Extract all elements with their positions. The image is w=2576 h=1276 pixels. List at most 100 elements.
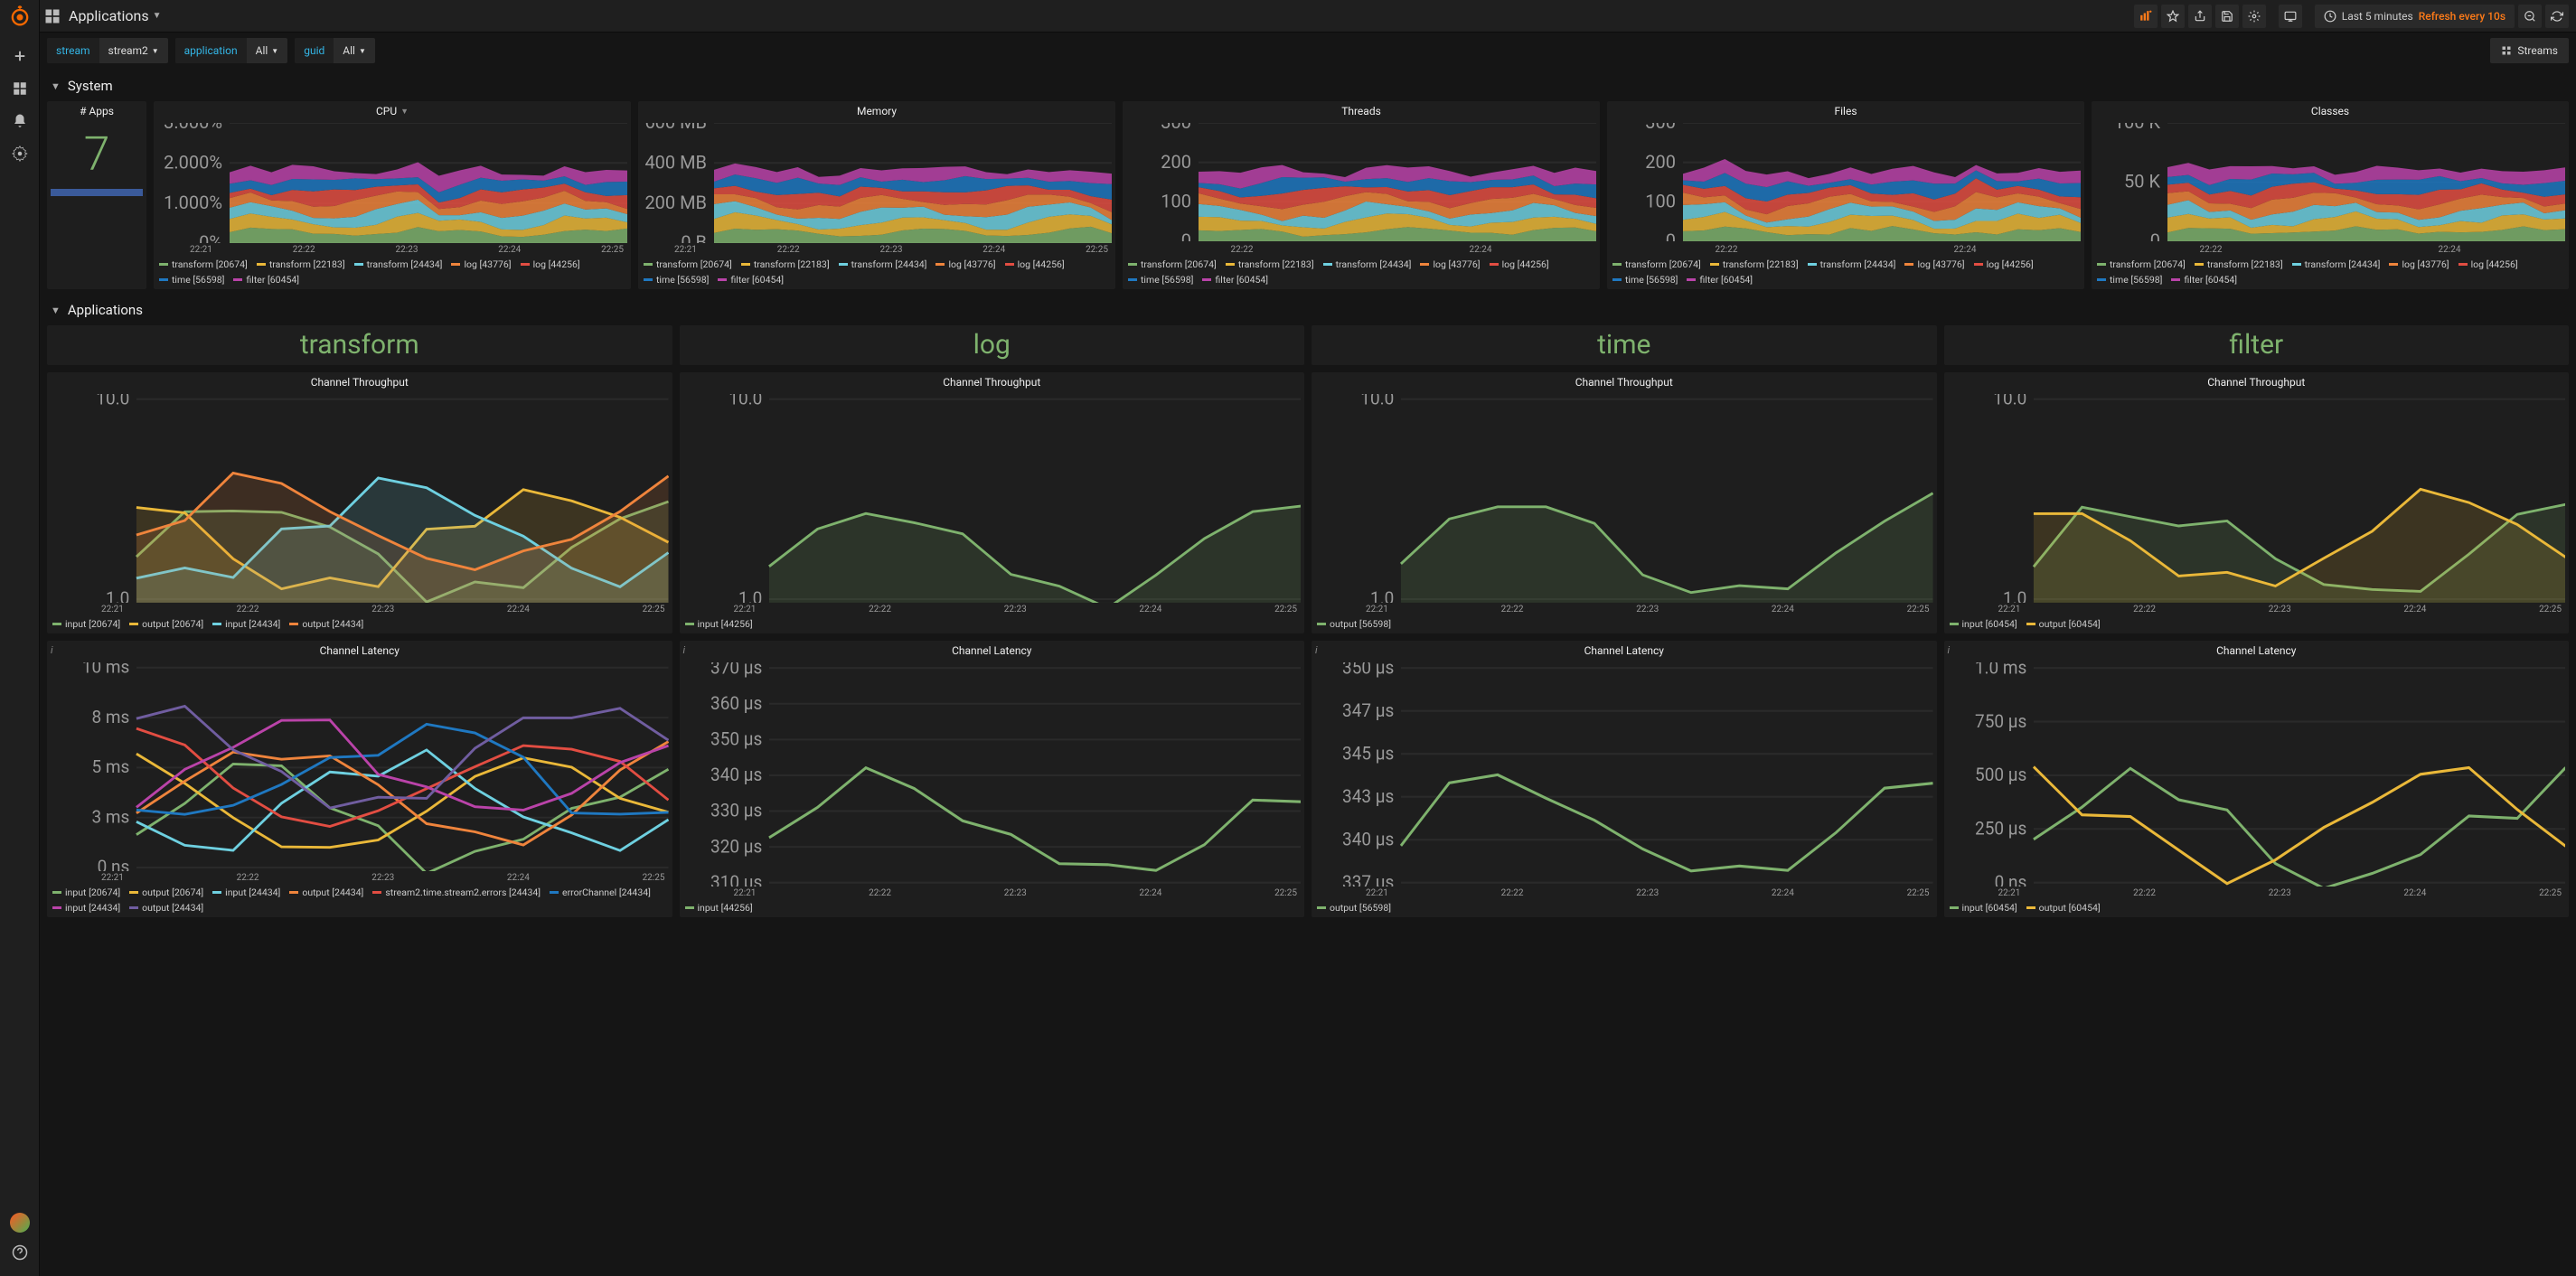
legend-item[interactable]: log [44256]: [521, 258, 580, 270]
legend-item[interactable]: transform [24434]: [2292, 258, 2381, 270]
settings-button[interactable]: [2242, 5, 2266, 28]
legend-item[interactable]: output [20674]: [129, 618, 203, 630]
legend-item[interactable]: time [56598]: [1128, 274, 1193, 286]
panel-throughput[interactable]: Channel Throughput 1.010.0 22:2122:2222:…: [680, 372, 1305, 633]
refresh-button[interactable]: [2545, 5, 2569, 28]
legend-item[interactable]: output [60454]: [2026, 902, 2101, 914]
legend-item[interactable]: log [44256]: [1490, 258, 1549, 270]
legend-item[interactable]: input [20674]: [52, 887, 120, 898]
panel-throughput[interactable]: Channel Throughput 1.010.0 22:2122:2222:…: [1312, 372, 1937, 633]
legend-item[interactable]: transform [20674]: [1612, 258, 1701, 270]
legend-item[interactable]: input [24434]: [212, 618, 280, 630]
legend-item[interactable]: transform [24434]: [1323, 258, 1412, 270]
row-system-toggle[interactable]: ▼ System: [47, 69, 2569, 98]
legend-item[interactable]: input [60454]: [1950, 618, 2017, 630]
legend-item[interactable]: input [60454]: [1950, 902, 2017, 914]
legend-item[interactable]: input [44256]: [685, 902, 753, 914]
legend-item[interactable]: transform [22183]: [1710, 258, 1799, 270]
legend-item[interactable]: log [43776]: [451, 258, 511, 270]
legend-item[interactable]: input [20674]: [52, 618, 120, 630]
panel-app-name[interactable]: time: [1312, 325, 1937, 365]
legend-item[interactable]: input [44256]: [685, 618, 753, 630]
help-icon[interactable]: [0, 1236, 40, 1269]
legend-item[interactable]: log [44256]: [1974, 258, 2034, 270]
panel-memory[interactable]: Memory 0 B200 MB400 MB600 MB 22:2122:222…: [638, 101, 1115, 289]
legend-item[interactable]: log [43776]: [935, 258, 995, 270]
legend-item[interactable]: filter [60454]: [2171, 274, 2237, 286]
legend-item[interactable]: errorChannel [24434]: [550, 887, 651, 898]
legend-item[interactable]: transform [20674]: [1128, 258, 1217, 270]
legend-item[interactable]: output [56598]: [1317, 902, 1391, 914]
share-button[interactable]: [2188, 5, 2212, 28]
panel-latency[interactable]: i Channel Latency 337 µs340 µs343 µs345 …: [1312, 641, 1937, 917]
[interactable]: i: [51, 644, 53, 656]
panel-throughput[interactable]: Channel Throughput 1.010.0 22:2122:2222:…: [1944, 372, 2570, 633]
streams-link[interactable]: Streams: [2490, 38, 2569, 63]
view-mode-button[interactable]: [2279, 5, 2302, 28]
legend-item[interactable]: log [44256]: [2458, 258, 2518, 270]
legend-item[interactable]: transform [22183]: [257, 258, 345, 270]
save-button[interactable]: [2215, 5, 2239, 28]
legend-item[interactable]: transform [22183]: [2195, 258, 2283, 270]
legend-item[interactable]: input [24434]: [212, 887, 280, 898]
grafana-logo[interactable]: [7, 4, 33, 29]
legend-item[interactable]: transform [24434]: [1808, 258, 1896, 270]
legend-item[interactable]: transform [20674]: [159, 258, 248, 270]
panel-app-count[interactable]: # Apps 7: [47, 101, 146, 289]
legend-item[interactable]: log [44256]: [1005, 258, 1065, 270]
legend-item[interactable]: output [24434]: [289, 887, 363, 898]
panel-app-name[interactable]: transform: [47, 325, 672, 365]
filter-guid[interactable]: guid All ▼: [295, 38, 375, 63]
legend-item[interactable]: filter [60454]: [1202, 274, 1268, 286]
legend-item[interactable]: log [43776]: [1420, 258, 1480, 270]
legend-item[interactable]: time [56598]: [1612, 274, 1678, 286]
panel-threads[interactable]: Threads 0100200300 22:2222:24 transform …: [1123, 101, 1600, 289]
[interactable]: i: [1948, 644, 1951, 656]
legend-item[interactable]: transform [24434]: [354, 258, 443, 270]
user-avatar[interactable]: [10, 1213, 30, 1233]
legend-item[interactable]: time [56598]: [2097, 274, 2162, 286]
alerting-icon[interactable]: [0, 105, 40, 137]
legend-item[interactable]: time [56598]: [644, 274, 709, 286]
zoom-out-button[interactable]: [2518, 5, 2542, 28]
panel-latency[interactable]: i Channel Latency 0 ns3 ms5 ms8 ms10 ms …: [47, 641, 672, 917]
panel-cpu[interactable]: CPU▼ 0%1.000%2.000%3.000% 22:2122:2222:2…: [154, 101, 631, 289]
legend-item[interactable]: output [24434]: [289, 618, 363, 630]
panel-app-name[interactable]: log: [680, 325, 1305, 365]
legend-item[interactable]: transform [22183]: [741, 258, 830, 270]
legend-item[interactable]: filter [60454]: [718, 274, 784, 286]
time-range-button[interactable]: Last 5 minutes Refresh every 10s: [2315, 5, 2515, 28]
row-applications-toggle[interactable]: ▼ Applications: [47, 293, 2569, 322]
filter-stream[interactable]: stream stream2 ▼: [47, 38, 168, 63]
legend-item[interactable]: transform [22183]: [1226, 258, 1314, 270]
legend-item[interactable]: transform [20674]: [644, 258, 732, 270]
legend-item[interactable]: output [20674]: [129, 887, 203, 898]
legend-item[interactable]: output [56598]: [1317, 618, 1391, 630]
panel-files[interactable]: Files 0100200300 22:2222:24 transform [2…: [1607, 101, 2084, 289]
[interactable]: i: [1315, 644, 1318, 656]
legend-item[interactable]: input [24434]: [52, 902, 120, 914]
panel-latency[interactable]: i Channel Latency 310 µs320 µs330 µs340 …: [680, 641, 1305, 917]
filter-application[interactable]: application All ▼: [175, 38, 288, 63]
legend-item[interactable]: stream2.time.stream2.errors [24434]: [372, 887, 541, 898]
legend-item[interactable]: transform [24434]: [839, 258, 927, 270]
legend-item[interactable]: filter [60454]: [233, 274, 299, 286]
add-panel-button[interactable]: [2134, 5, 2158, 28]
legend-item[interactable]: transform [20674]: [2097, 258, 2186, 270]
panel-throughput[interactable]: Channel Throughput 1.010.0 22:2122:2222:…: [47, 372, 672, 633]
legend-item[interactable]: time [56598]: [159, 274, 224, 286]
legend-item[interactable]: output [60454]: [2026, 618, 2101, 630]
panel-app-name[interactable]: filter: [1944, 325, 2570, 365]
add-icon[interactable]: [0, 40, 40, 72]
panel-latency[interactable]: i Channel Latency 0 ns250 µs500 µs750 µs…: [1944, 641, 2570, 917]
legend-item[interactable]: output [24434]: [129, 902, 203, 914]
dashboard-title[interactable]: Applications ▼: [69, 7, 162, 24]
legend-item[interactable]: log [43776]: [1904, 258, 1964, 270]
panel-classes[interactable]: Classes 050 K100 K 22:2222:24 transform …: [2092, 101, 2569, 289]
dashboards-icon[interactable]: [0, 72, 40, 105]
star-button[interactable]: [2161, 5, 2185, 28]
legend-item[interactable]: log [43776]: [2389, 258, 2449, 270]
configuration-icon[interactable]: [0, 137, 40, 170]
legend-item[interactable]: filter [60454]: [1687, 274, 1753, 286]
[interactable]: i: [683, 644, 686, 656]
